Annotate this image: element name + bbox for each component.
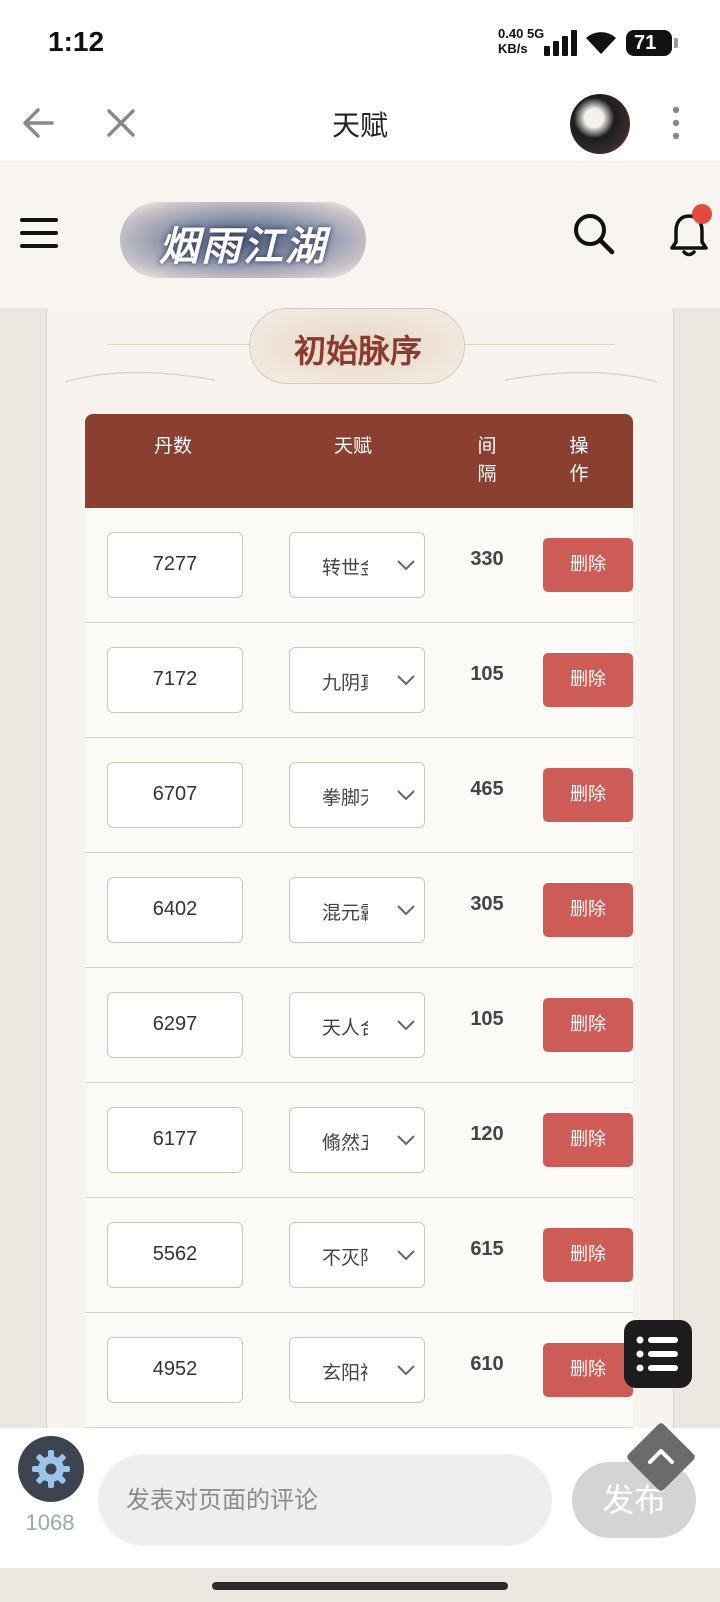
chevron-down-icon (397, 560, 415, 571)
floating-list-button[interactable] (624, 1320, 692, 1388)
delete-button[interactable]: 删除 (543, 538, 633, 592)
network-speed: 0.40 5G KB/s (498, 26, 544, 56)
header-action: 操 作 (569, 435, 589, 485)
delete-button[interactable]: 删除 (543, 1228, 633, 1282)
cellular-signal-icon (544, 30, 577, 56)
dan-input[interactable]: 7172 (107, 647, 243, 713)
interval-value: 305 (470, 893, 504, 915)
delete-button[interactable]: 删除 (543, 768, 633, 822)
notification-dot (692, 204, 712, 224)
delete-button[interactable]: 删除 (543, 1343, 633, 1397)
talent-table: 丹数 天赋 间 隔 操 作 7277 转世金 330 删除 7172 九阴真 1… (85, 414, 633, 1428)
delete-button[interactable]: 删除 (543, 998, 633, 1052)
top-nav-bar: 天赋 (0, 84, 720, 162)
talent-select-value: 九阴真 (322, 672, 368, 694)
table-row: 7277 转世金 330 删除 (85, 508, 633, 623)
chevron-down-icon (397, 790, 415, 801)
interval-value: 465 (470, 778, 504, 800)
settings-button[interactable] (18, 1436, 84, 1502)
chevron-down-icon (397, 1135, 415, 1146)
chevron-down-icon (397, 1250, 415, 1261)
talent-select-value: 混元霸 (322, 902, 368, 924)
delete-button[interactable]: 删除 (543, 1113, 633, 1167)
interval-value: 105 (470, 663, 504, 685)
wifi-icon (586, 32, 616, 54)
network-type: 5G (526, 26, 545, 41)
dan-input[interactable]: 6297 (107, 992, 243, 1058)
avatar[interactable] (570, 94, 630, 154)
talent-select-value: 玄阳神 (322, 1362, 368, 1384)
talent-select[interactable]: 玄阳神 (289, 1337, 425, 1403)
interval-value: 330 (470, 548, 504, 570)
talent-select-value: 翛然五 (322, 1132, 368, 1154)
site-header: 烟雨江湖 (0, 162, 720, 308)
system-nav-area (0, 1568, 720, 1602)
list-icon (636, 1336, 678, 1372)
dan-input[interactable]: 6707 (107, 762, 243, 828)
dan-input[interactable]: 7277 (107, 532, 243, 598)
main-content: 初始脉序 丹数 天赋 间 隔 操 作 7277 转世金 330 删除 7172 … (46, 308, 674, 1428)
interval-value: 615 (470, 1238, 504, 1260)
section-title-badge: 初始脉序 (249, 308, 465, 384)
table-row: 6177 翛然五 120 删除 (85, 1083, 633, 1198)
header-talent: 天赋 (333, 435, 372, 457)
dan-input[interactable]: 6177 (107, 1107, 243, 1173)
table-row: 6297 天人合 105 删除 (85, 968, 633, 1083)
table-row: 4952 玄阳神 610 删除 (85, 1313, 633, 1428)
table-row: 5562 不灭阳 615 删除 (85, 1198, 633, 1313)
table-header: 丹数 天赋 间 隔 操 作 (85, 414, 633, 508)
interval-value: 105 (470, 1008, 504, 1030)
dan-input[interactable]: 4952 (107, 1337, 243, 1403)
delete-button[interactable]: 删除 (543, 883, 633, 937)
talent-select[interactable]: 不灭阳 (289, 1222, 425, 1288)
network-speed-unit: KB/s (498, 41, 528, 56)
talent-select-value: 不灭阳 (322, 1247, 368, 1269)
talent-select-value: 转世金 (322, 557, 368, 579)
status-bar: 1:12 0.40 5G KB/s 71 (0, 0, 720, 84)
view-count: 1068 (25, 1510, 75, 1535)
header-interval: 间 隔 (477, 435, 497, 485)
logo-text: 烟雨江湖 (159, 223, 327, 270)
talent-select-value: 天人合 (322, 1017, 368, 1039)
interval-value: 610 (470, 1353, 504, 1375)
table-row: 6402 混元霸 305 删除 (85, 853, 633, 968)
network-speed-value: 0.40 (498, 26, 524, 41)
chevron-down-icon (397, 1020, 415, 1031)
talent-select[interactable]: 天人合 (289, 992, 425, 1058)
more-vertical-icon[interactable] (664, 104, 688, 142)
talent-select[interactable]: 九阴真 (289, 647, 425, 713)
site-logo[interactable]: 烟雨江湖 (120, 202, 366, 278)
battery-level: 71 (634, 32, 657, 54)
table-row: 6707 拳脚无 465 删除 (85, 738, 633, 853)
chevron-down-icon (397, 675, 415, 686)
menu-icon[interactable] (20, 218, 58, 250)
talent-select-value: 拳脚无 (322, 787, 368, 809)
section-title: 初始脉序 (293, 332, 422, 370)
chevron-down-icon (397, 905, 415, 916)
interval-value: 120 (470, 1123, 504, 1145)
talent-select[interactable]: 拳脚无 (289, 762, 425, 828)
talent-select[interactable]: 转世金 (289, 532, 425, 598)
comment-input[interactable] (98, 1454, 552, 1546)
header-dan: 丹数 (153, 435, 192, 457)
talent-select[interactable]: 翛然五 (289, 1107, 425, 1173)
delete-button[interactable]: 删除 (543, 653, 633, 707)
battery-icon: 71 (626, 30, 678, 56)
home-indicator[interactable] (212, 1582, 508, 1590)
table-row: 7172 九阴真 105 删除 (85, 623, 633, 738)
search-icon[interactable] (572, 212, 616, 256)
chevron-up-icon (648, 1449, 674, 1464)
status-time: 1:12 (48, 26, 105, 57)
talent-select[interactable]: 混元霸 (289, 877, 425, 943)
dan-input[interactable]: 6402 (107, 877, 243, 943)
dan-input[interactable]: 5562 (107, 1222, 243, 1288)
chevron-down-icon (397, 1365, 415, 1376)
comment-bar: 1068 发布 (0, 1428, 720, 1568)
gear-icon (32, 1450, 70, 1488)
